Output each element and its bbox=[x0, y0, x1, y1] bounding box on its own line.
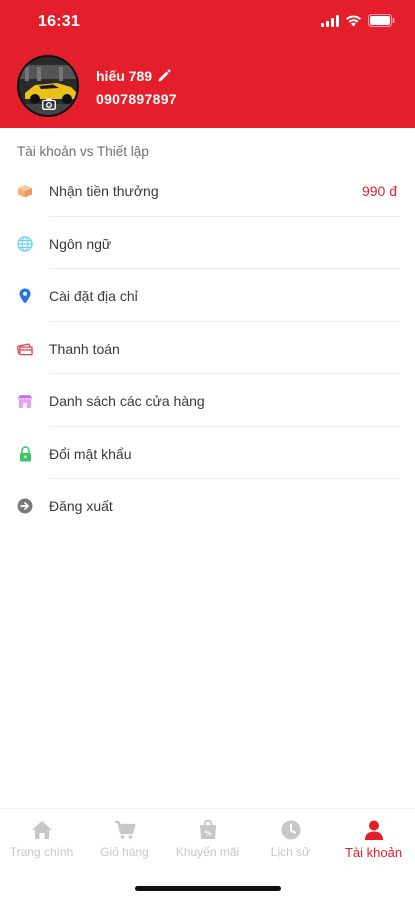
menu-item-change-password[interactable]: Đổi mật khẩu bbox=[0, 427, 415, 479]
tab-account[interactable]: Tài khoản bbox=[332, 819, 415, 860]
store-icon bbox=[17, 393, 33, 409]
user-phone: 0907897897 bbox=[96, 91, 177, 107]
menu-item-label: Đăng xuất bbox=[49, 498, 113, 514]
menu-item-label: Thanh toán bbox=[49, 340, 120, 357]
user-icon bbox=[364, 820, 383, 840]
tab-label: Khuyến mãi bbox=[175, 845, 240, 859]
lock-icon bbox=[17, 445, 33, 462]
status-bar: 16:31 bbox=[0, 0, 415, 44]
tab-label: Tài khoản bbox=[344, 845, 403, 860]
home-icon bbox=[31, 821, 52, 839]
tab-cart[interactable]: Giỏ hàng bbox=[83, 819, 166, 859]
tab-promotions[interactable]: % Khuyến mãi bbox=[166, 819, 249, 859]
globe-icon bbox=[17, 235, 33, 252]
home-indicator[interactable] bbox=[135, 886, 281, 891]
menu-item-stores[interactable]: Danh sách các cửa hàng bbox=[0, 374, 415, 427]
menu-item-label: Đổi mật khẩu bbox=[49, 445, 132, 462]
menu-item-label: Nhận tiền thưởng bbox=[49, 183, 159, 199]
profile-header: 16:31 hiếu 789 0907897897 bbox=[0, 0, 415, 128]
promotion-icon: % bbox=[199, 819, 216, 839]
tab-label: Lịch sử bbox=[270, 845, 311, 859]
payment-icon bbox=[17, 341, 33, 357]
menu-item-address[interactable]: Cài đặt địa chỉ bbox=[0, 269, 415, 322]
battery-icon bbox=[368, 14, 395, 27]
status-icons bbox=[321, 14, 395, 27]
user-name: hiếu 789 bbox=[96, 68, 153, 84]
cart-icon bbox=[114, 820, 136, 839]
location-pin-icon bbox=[17, 288, 33, 304]
status-time: 16:31 bbox=[38, 13, 80, 30]
signal-icon bbox=[321, 14, 339, 27]
wifi-icon bbox=[346, 14, 361, 26]
menu-item-rewards[interactable]: Nhận tiền thưởng 990 đ bbox=[0, 164, 415, 217]
gift-box-icon bbox=[17, 183, 33, 199]
clock-icon bbox=[281, 820, 300, 840]
menu-item-label: Danh sách các cửa hàng bbox=[49, 393, 205, 409]
tab-history[interactable]: Lịch sử bbox=[249, 819, 332, 859]
edit-pencil-icon[interactable] bbox=[157, 69, 171, 83]
menu-item-language[interactable]: Ngôn ngữ bbox=[0, 217, 415, 269]
account-menu: Nhận tiền thưởng 990 đ Ngôn ngữ Cài đặt … bbox=[0, 164, 415, 532]
section-title: Tài khoản vs Thiết lập bbox=[17, 144, 149, 159]
menu-item-label: Cài đặt địa chỉ bbox=[49, 288, 138, 304]
svg-text:%: % bbox=[204, 830, 211, 838]
logout-icon bbox=[17, 498, 33, 514]
camera-icon[interactable] bbox=[42, 98, 56, 110]
menu-item-logout[interactable]: Đăng xuất bbox=[0, 479, 415, 532]
tab-label: Giỏ hàng bbox=[100, 845, 149, 859]
reward-balance: 990 đ bbox=[361, 183, 397, 199]
tab-label: Trang chính bbox=[9, 845, 74, 859]
tab-home[interactable]: Trang chính bbox=[0, 819, 83, 859]
menu-item-payment[interactable]: Thanh toán bbox=[0, 322, 415, 374]
menu-item-label: Ngôn ngữ bbox=[49, 235, 112, 252]
